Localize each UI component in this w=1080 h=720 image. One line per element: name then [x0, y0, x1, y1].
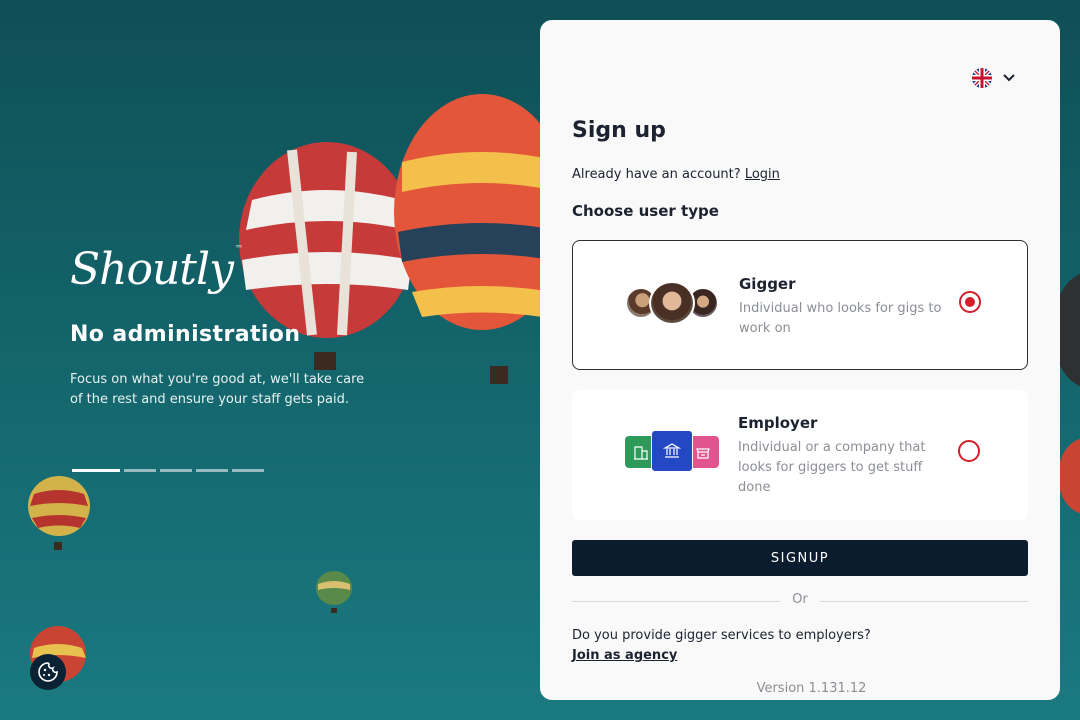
employer-radio[interactable]: [958, 440, 980, 462]
chevron-down-icon: [1003, 74, 1015, 82]
divider-line: [820, 601, 1028, 602]
agency-question: Do you provide gigger services to employ…: [572, 628, 871, 643]
already-text: Already have an account?: [572, 167, 741, 182]
shoutly-logo: Shoutly ™: [70, 244, 243, 295]
choose-user-type-label: Choose user type: [572, 202, 719, 220]
or-text: Or: [792, 592, 808, 607]
carousel-dot[interactable]: [232, 469, 264, 472]
user-type-employer-option[interactable]: Employer Individual or a company that lo…: [572, 390, 1028, 520]
join-as-agency-link[interactable]: Join as agency: [572, 648, 677, 663]
user-type-gigger-option[interactable]: Gigger Individual who looks for gigs to …: [572, 240, 1028, 370]
gigger-radio[interactable]: [959, 291, 981, 313]
login-link[interactable]: Login: [745, 167, 780, 182]
user-type-description: Individual or a company that looks for g…: [738, 440, 926, 495]
employer-text: Employer Individual or a company that lo…: [738, 414, 943, 498]
gigger-avatars: [625, 281, 721, 325]
avatar: [649, 281, 695, 325]
login-prompt: Already have an account? Login: [572, 167, 780, 182]
page-title: Sign up: [572, 118, 666, 143]
carousel-dot[interactable]: [124, 469, 156, 472]
language-selector[interactable]: [972, 68, 1016, 88]
logo-text: Shoutly: [70, 244, 234, 295]
logo-trademark: ™: [234, 244, 243, 253]
balloon-illustration: [394, 94, 542, 384]
balloon-illustration: [316, 571, 352, 613]
bank-icon: [651, 430, 693, 472]
uk-flag-icon: [972, 68, 992, 88]
or-divider: Or: [572, 592, 1028, 610]
user-type-description: Individual who looks for gigs to work on: [739, 301, 942, 336]
cookie-icon: [38, 662, 58, 682]
user-type-name: Employer: [738, 414, 818, 432]
gigger-text: Gigger Individual who looks for gigs to …: [739, 275, 944, 339]
carousel-indicators: [72, 469, 264, 472]
carousel-dot[interactable]: [72, 469, 120, 472]
slide-text: Focus on what you're good at, we'll take…: [70, 372, 365, 407]
radio-selected-dot: [965, 297, 975, 307]
cookie-settings-button[interactable]: [30, 654, 66, 690]
carousel-dot[interactable]: [196, 469, 228, 472]
user-type-name: Gigger: [739, 275, 796, 293]
slide-title: No administration: [70, 322, 301, 347]
signup-button[interactable]: SIGNUP: [572, 540, 1028, 576]
signup-panel: Sign up Already have an account? Login C…: [540, 20, 1060, 700]
carousel-dot[interactable]: [160, 469, 192, 472]
version-text: Version 1.131.12: [756, 681, 867, 696]
balloon-illustration: [28, 476, 90, 550]
